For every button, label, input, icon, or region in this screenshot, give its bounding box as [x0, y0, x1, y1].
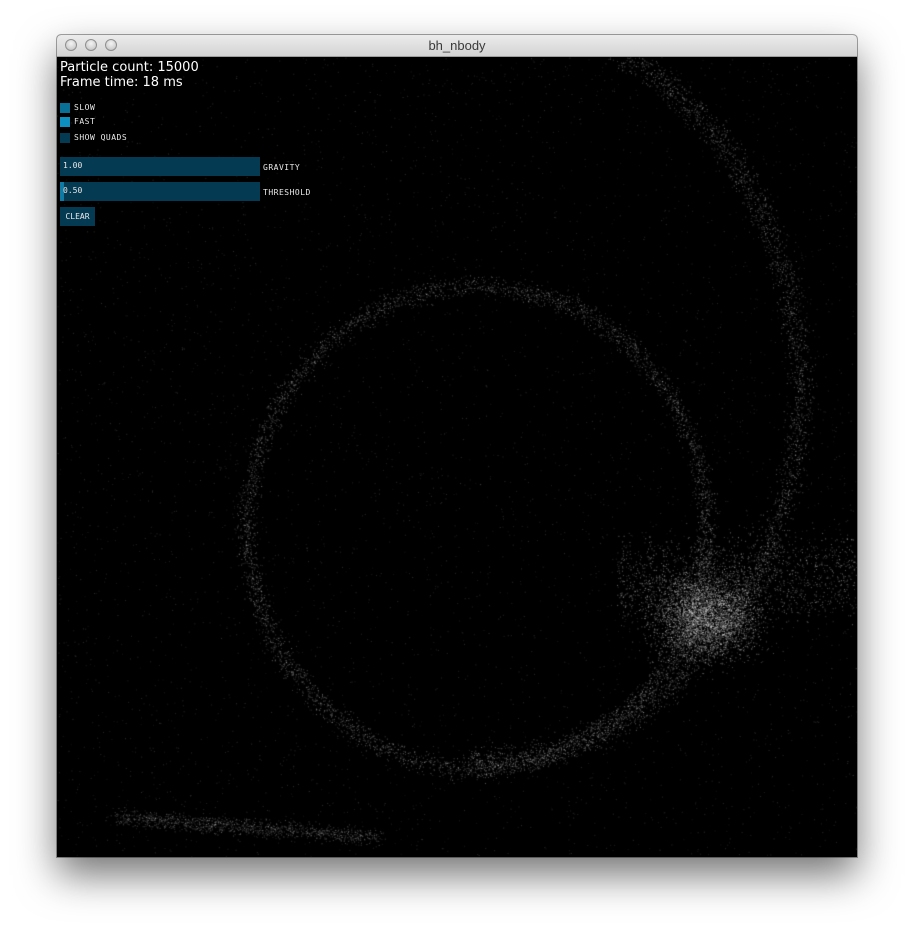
gravity-slider-label: GRAVITY [263, 163, 301, 172]
slow-toggle-box[interactable] [60, 102, 70, 113]
slow-toggle-label: SLOW [74, 103, 96, 112]
show-quads-toggle[interactable]: SHOW QUADS [60, 132, 127, 143]
threshold-slider-value: 0.50 [63, 186, 83, 195]
app-window: bh_nbody Particle count: 15000 Frame tim… [57, 35, 857, 857]
threshold-slider[interactable]: 0.50 [60, 182, 260, 201]
particle-field[interactable] [57, 57, 857, 857]
threshold-slider-label: THRESHOLD [263, 188, 311, 197]
window-title: bh_nbody [428, 38, 486, 53]
fast-toggle-box[interactable] [60, 116, 70, 127]
fast-toggle[interactable]: FAST [60, 116, 95, 127]
fast-toggle-label: FAST [74, 117, 96, 126]
show-quads-toggle-box[interactable] [60, 132, 70, 143]
title-bar[interactable]: bh_nbody [57, 35, 857, 57]
particle-count-label: Particle count: 15000 [60, 60, 199, 75]
gravity-slider[interactable]: 1.00 [60, 157, 260, 176]
clear-button[interactable]: CLEAR [60, 207, 95, 226]
simulation-canvas[interactable]: Particle count: 15000 Frame time: 18 ms … [57, 57, 857, 857]
slow-toggle[interactable]: SLOW [60, 102, 95, 113]
show-quads-toggle-label: SHOW QUADS [74, 133, 128, 142]
frame-time-label: Frame time: 18 ms [60, 75, 183, 90]
gravity-slider-value: 1.00 [63, 161, 83, 170]
